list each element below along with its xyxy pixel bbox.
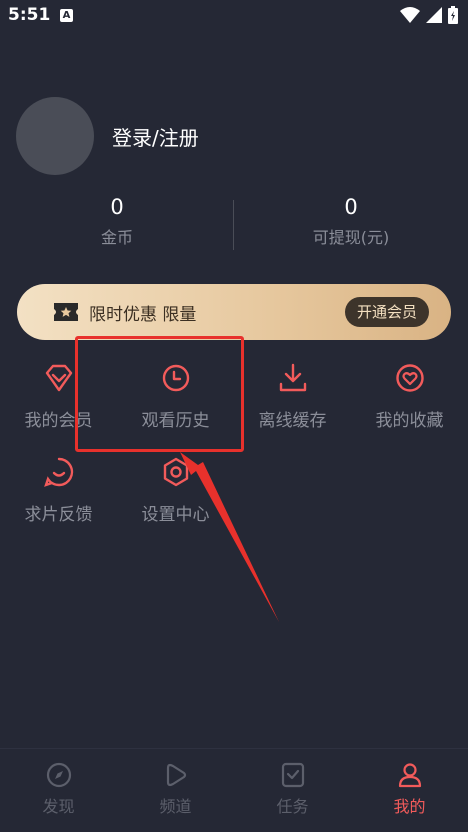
user-icon <box>398 763 421 788</box>
wifi-icon <box>400 7 420 23</box>
settings-icon <box>163 457 188 487</box>
status-icons <box>400 6 458 24</box>
profile-header: 登录/注册 <box>16 97 199 175</box>
tab-label: 频道 <box>159 797 192 816</box>
coins-label: 金币 <box>100 228 133 247</box>
status-time: 5:51 <box>8 5 51 25</box>
vip-promo-banner[interactable]: 限时优惠 限量 开通会员 <box>17 284 451 340</box>
tab-label: 我的 <box>393 797 426 816</box>
avatar[interactable] <box>16 97 94 175</box>
play-icon <box>166 763 186 787</box>
withdrawable-label: 可提现(元) <box>312 228 390 247</box>
vip-promo-text: 限时优惠 限量 <box>89 304 197 325</box>
diamond-icon <box>45 364 72 392</box>
tab-discover[interactable]: 发现 <box>0 749 117 832</box>
bottom-tab-bar: 发现 频道 任务 我的 <box>0 748 468 832</box>
tab-tasks[interactable]: 任务 <box>234 749 351 832</box>
login-register-link[interactable]: 登录/注册 <box>112 122 199 151</box>
menu-item-favorites[interactable]: 我的收藏 <box>351 362 468 431</box>
task-icon <box>281 762 304 788</box>
coins-stat[interactable]: 0 金币 <box>0 192 234 248</box>
menu-item-feedback[interactable]: 求片反馈 <box>0 456 117 525</box>
coins-value: 0 <box>110 195 124 219</box>
menu-item-history[interactable]: 观看历史 <box>117 362 234 431</box>
menu-label: 离线缓存 <box>258 411 327 431</box>
heart-icon <box>395 364 424 392</box>
tab-label: 任务 <box>276 797 309 816</box>
tab-mine[interactable]: 我的 <box>351 749 468 832</box>
withdrawable-stat[interactable]: 0 可提现(元) <box>234 192 468 248</box>
status-bar: 5:51 A <box>0 0 468 34</box>
menu-label: 设置中心 <box>141 505 210 525</box>
withdrawable-value: 0 <box>344 195 358 219</box>
menu-item-settings[interactable]: 设置中心 <box>117 456 234 525</box>
battery-icon <box>448 6 458 24</box>
download-icon <box>279 363 306 392</box>
compass-icon <box>46 762 71 788</box>
menu-label: 观看历史 <box>141 411 210 431</box>
tab-label: 发现 <box>42 797 75 816</box>
feedback-icon <box>43 457 73 487</box>
tab-channels[interactable]: 频道 <box>117 749 234 832</box>
menu-label: 我的会员 <box>24 411 93 431</box>
open-vip-button[interactable]: 开通会员 <box>344 297 429 327</box>
clock-icon <box>162 364 189 392</box>
menu-item-vip[interactable]: 我的会员 <box>0 362 117 431</box>
signal-icon <box>426 7 442 23</box>
menu-label: 我的收藏 <box>375 411 444 431</box>
stats-row: 0 金币 0 可提现(元) <box>0 192 468 256</box>
ticket-star-icon <box>54 303 78 321</box>
notification-a-icon: A <box>60 9 73 22</box>
menu-label: 求片反馈 <box>24 505 93 525</box>
menu-item-offline-cache[interactable]: 离线缓存 <box>234 362 351 431</box>
